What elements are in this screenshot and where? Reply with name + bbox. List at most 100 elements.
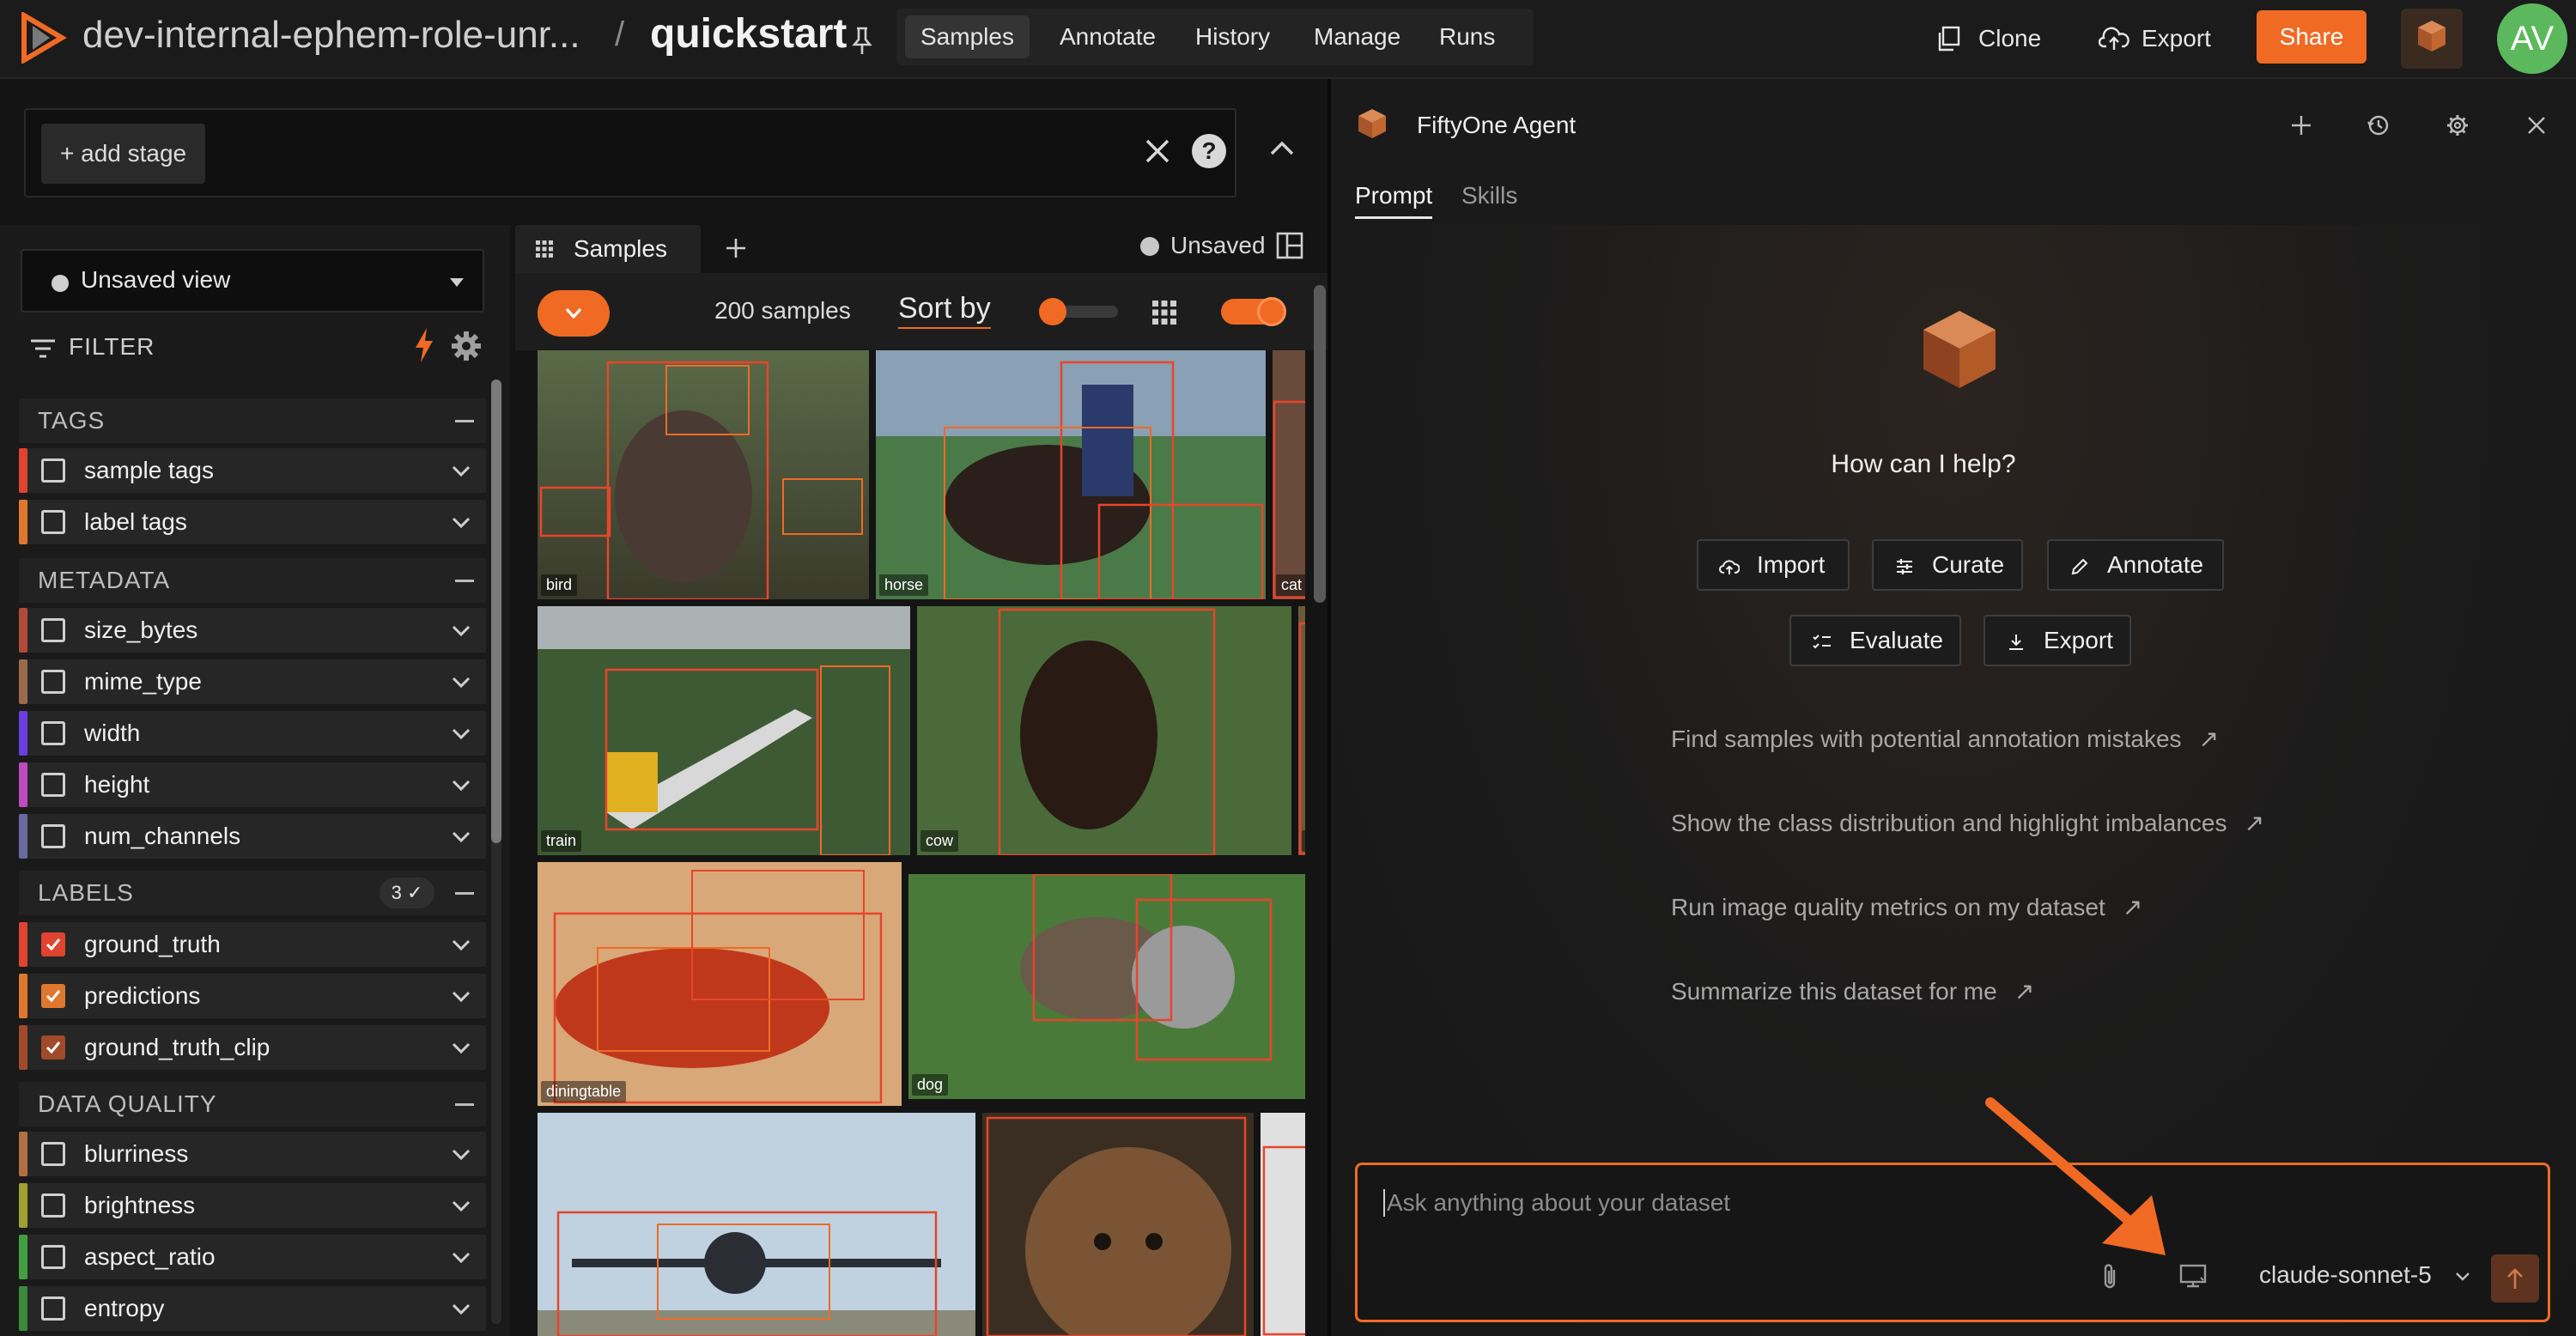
- chevron-down-icon[interactable]: [452, 1303, 471, 1315]
- sample-tile-bird[interactable]: bird: [538, 350, 869, 599]
- field-checkbox-checked[interactable]: [41, 1035, 65, 1060]
- nav-tab-annotate[interactable]: Annotate: [1044, 15, 1171, 58]
- field-checkbox-checked[interactable]: [41, 932, 65, 956]
- prompt-input[interactable]: Ask anything about your dataset: [1383, 1189, 1730, 1217]
- quick-action-curate[interactable]: Curate: [1872, 539, 2023, 591]
- sample-tile-horse[interactable]: horse: [876, 350, 1266, 599]
- nav-tab-manage[interactable]: Manage: [1298, 15, 1416, 58]
- quick-action-import[interactable]: Import: [1697, 539, 1850, 591]
- share-button[interactable]: Share: [2257, 10, 2366, 64]
- quick-action-export[interactable]: Export: [1984, 615, 2131, 666]
- pin-icon[interactable]: [850, 26, 874, 57]
- chevron-down-icon[interactable]: [452, 991, 471, 1003]
- sort-by-selector[interactable]: Sort by: [898, 292, 991, 329]
- chevron-down-icon[interactable]: [452, 517, 471, 529]
- sample-tile-dog[interactable]: dog: [908, 874, 1305, 1099]
- history-clock-icon[interactable]: [2366, 113, 2391, 137]
- filter-row-blurriness[interactable]: blurriness: [19, 1132, 486, 1176]
- selected-count-badge[interactable]: 3 ✓: [380, 878, 434, 908]
- field-checkbox[interactable]: [41, 1245, 65, 1269]
- chevron-down-icon[interactable]: [452, 1252, 471, 1264]
- add-stage-button[interactable]: + add stage: [41, 124, 206, 184]
- dataset-title[interactable]: quickstart: [650, 10, 847, 58]
- toggle-knob[interactable]: [1257, 297, 1286, 326]
- filter-row-height[interactable]: height: [19, 762, 486, 807]
- zoom-slider[interactable]: [1039, 298, 1118, 325]
- grid-icon[interactable]: [1151, 299, 1178, 326]
- collapse-minus-icon[interactable]: [455, 1103, 474, 1106]
- section-metadata[interactable]: METADATA: [19, 558, 486, 603]
- field-checkbox[interactable]: [41, 773, 65, 797]
- filter-row-brightness[interactable]: brightness: [19, 1183, 486, 1228]
- tab-samples[interactable]: Samples: [515, 225, 701, 273]
- view-selector[interactable]: Unsaved view: [21, 249, 484, 313]
- sample-tile-cow[interactable]: cow: [917, 606, 1291, 855]
- clear-stages-icon[interactable]: [1142, 136, 1173, 167]
- field-checkbox[interactable]: [41, 1297, 65, 1321]
- collapse-minus-icon[interactable]: [455, 892, 474, 895]
- quick-action-evaluate[interactable]: Evaluate: [1789, 615, 1961, 666]
- filter-row-predictions[interactable]: predictions: [19, 974, 486, 1018]
- filter-row-ground-truth-clip[interactable]: ground_truth_clip: [19, 1025, 486, 1070]
- section-data-quality[interactable]: DATA QUALITY: [19, 1082, 486, 1126]
- tab-skills[interactable]: Skills: [1461, 182, 1517, 210]
- filter-row-ground-truth[interactable]: ground_truth: [19, 922, 486, 967]
- grid-size-toggle[interactable]: [1221, 297, 1286, 326]
- prompt-input-box[interactable]: Ask anything about your dataset claude-s…: [1355, 1163, 2550, 1322]
- help-icon[interactable]: ?: [1192, 134, 1226, 168]
- model-selector[interactable]: claude-sonnet-5: [2259, 1261, 2432, 1289]
- field-checkbox[interactable]: [41, 721, 65, 745]
- nav-tab-samples[interactable]: Samples: [905, 15, 1030, 58]
- chevron-down-icon[interactable]: [452, 780, 471, 792]
- sample-tile-diningtable[interactable]: diningtable: [538, 862, 902, 1106]
- collapse-minus-icon[interactable]: [455, 420, 474, 422]
- slider-knob[interactable]: [1039, 298, 1066, 325]
- screen-context-icon[interactable]: [2178, 1263, 2208, 1289]
- field-checkbox[interactable]: [41, 670, 65, 694]
- section-labels[interactable]: LABELS 3 ✓: [19, 871, 486, 915]
- layout-split-icon[interactable]: [1276, 232, 1303, 259]
- sample-tile-bear[interactable]: [982, 1113, 1254, 1336]
- filter-row-label-tags[interactable]: label tags: [19, 500, 486, 544]
- field-checkbox[interactable]: [41, 824, 65, 848]
- field-checkbox[interactable]: [41, 618, 65, 642]
- sample-tile-cat[interactable]: cat: [1273, 350, 1305, 599]
- filter-row-aspect-ratio[interactable]: aspect_ratio: [19, 1235, 486, 1279]
- sidebar-scroll-thumb[interactable]: [491, 380, 501, 843]
- chevron-down-icon[interactable]: [452, 939, 471, 951]
- chevron-down-icon[interactable]: [2455, 1272, 2470, 1282]
- settings-gear-icon[interactable]: [2445, 113, 2470, 137]
- field-checkbox[interactable]: [41, 1193, 65, 1218]
- filter-row-mime-type[interactable]: mime_type: [19, 659, 486, 704]
- collapse-minus-icon[interactable]: [455, 580, 474, 582]
- actions-dropdown-button[interactable]: [538, 290, 610, 337]
- suggestion-annotation-mistakes[interactable]: Find samples with potential annotation m…: [1671, 725, 2219, 753]
- fiftyone-logo-icon[interactable]: [17, 12, 69, 64]
- filter-row-entropy[interactable]: entropy: [19, 1286, 486, 1331]
- close-icon[interactable]: [2524, 113, 2549, 137]
- sidebar-scrollbar[interactable]: [491, 380, 501, 1324]
- user-avatar[interactable]: AV: [2497, 3, 2567, 74]
- chevron-down-icon[interactable]: [452, 1200, 471, 1212]
- paperclip-icon[interactable]: [2098, 1261, 2122, 1292]
- field-checkbox[interactable]: [41, 458, 65, 483]
- suggestion-quality-metrics[interactable]: Run image quality metrics on my dataset ↗: [1671, 893, 2142, 921]
- agent-toggle-button[interactable]: [2401, 9, 2463, 69]
- sample-tile-train[interactable]: train: [538, 606, 910, 855]
- chevron-down-icon[interactable]: [452, 465, 471, 477]
- chevron-down-icon[interactable]: [452, 728, 471, 740]
- add-panel-plus-icon[interactable]: [725, 237, 747, 259]
- gear-icon[interactable]: [450, 330, 483, 362]
- collapse-chevron-up-icon[interactable]: [1267, 137, 1297, 158]
- send-button[interactable]: [2491, 1254, 2539, 1303]
- tab-prompt[interactable]: Prompt: [1355, 182, 1433, 219]
- chevron-down-icon[interactable]: [452, 831, 471, 843]
- sample-tile-airplane[interactable]: [538, 1113, 975, 1336]
- quick-action-annotate[interactable]: Annotate: [2047, 539, 2224, 591]
- filter-row-num-channels[interactable]: num_channels: [19, 814, 486, 859]
- lightning-bolt-icon[interactable]: [414, 328, 434, 362]
- chevron-down-icon[interactable]: [452, 1042, 471, 1054]
- chevron-down-icon[interactable]: [452, 625, 471, 637]
- suggestion-summarize[interactable]: Summarize this dataset for me ↗: [1671, 977, 2034, 1005]
- filter-row-size-bytes[interactable]: size_bytes: [19, 608, 486, 653]
